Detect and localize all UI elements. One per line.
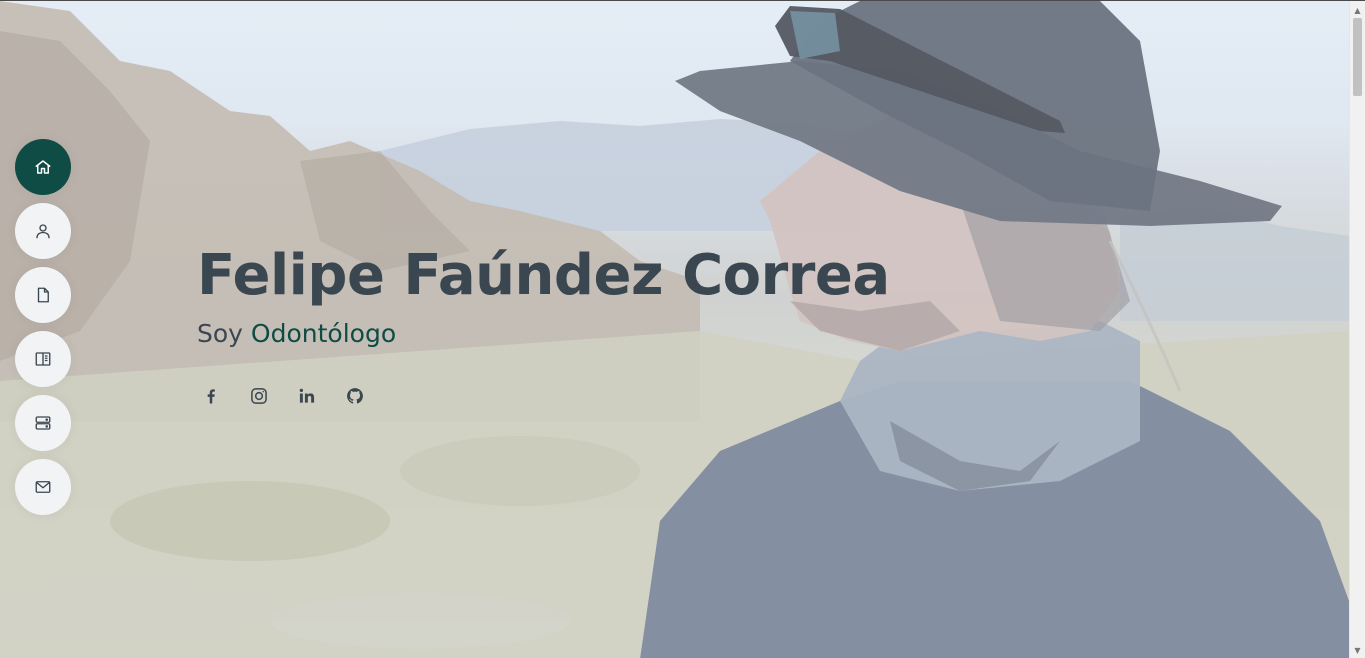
side-nav bbox=[15, 139, 71, 515]
github-icon bbox=[347, 388, 363, 404]
server-icon bbox=[35, 416, 51, 430]
facebook-icon bbox=[207, 389, 215, 404]
instagram-icon bbox=[251, 388, 267, 404]
page-scrollbar[interactable]: ▲ ▼ bbox=[1349, 1, 1365, 658]
hero-subtitle: Soy Odontólogo bbox=[197, 317, 890, 351]
user-icon bbox=[36, 224, 50, 239]
scroll-down-arrow[interactable]: ▼ bbox=[1350, 643, 1365, 657]
github-link[interactable] bbox=[344, 385, 366, 407]
social-links bbox=[197, 385, 890, 407]
hero-subtitle-role: Odontólogo bbox=[250, 319, 397, 348]
page: Felipe Faúndez Correa Soy Odontólogo ▲ ▼ bbox=[0, 0, 1365, 658]
linkedin-icon bbox=[299, 388, 315, 403]
file-icon bbox=[37, 287, 49, 303]
nav-resume-button[interactable] bbox=[15, 267, 71, 323]
nav-portfolio-button[interactable] bbox=[15, 331, 71, 387]
hero-name: Felipe Faúndez Correa bbox=[197, 243, 890, 308]
instagram-link[interactable] bbox=[248, 385, 270, 407]
nav-home-button[interactable] bbox=[15, 139, 71, 195]
facebook-link[interactable] bbox=[200, 385, 222, 407]
hero-section: Felipe Faúndez Correa Soy Odontólogo bbox=[197, 241, 890, 407]
home-icon bbox=[35, 160, 51, 174]
envelope-icon bbox=[35, 481, 51, 493]
scroll-up-arrow[interactable]: ▲ bbox=[1350, 3, 1365, 17]
nav-services-button[interactable] bbox=[15, 395, 71, 451]
hero-subtitle-prefix: Soy bbox=[197, 319, 243, 348]
nav-contact-button[interactable] bbox=[15, 459, 71, 515]
book-icon bbox=[35, 352, 51, 366]
linkedin-link[interactable] bbox=[296, 385, 318, 407]
scroll-thumb[interactable] bbox=[1353, 18, 1362, 96]
nav-about-button[interactable] bbox=[15, 203, 71, 259]
